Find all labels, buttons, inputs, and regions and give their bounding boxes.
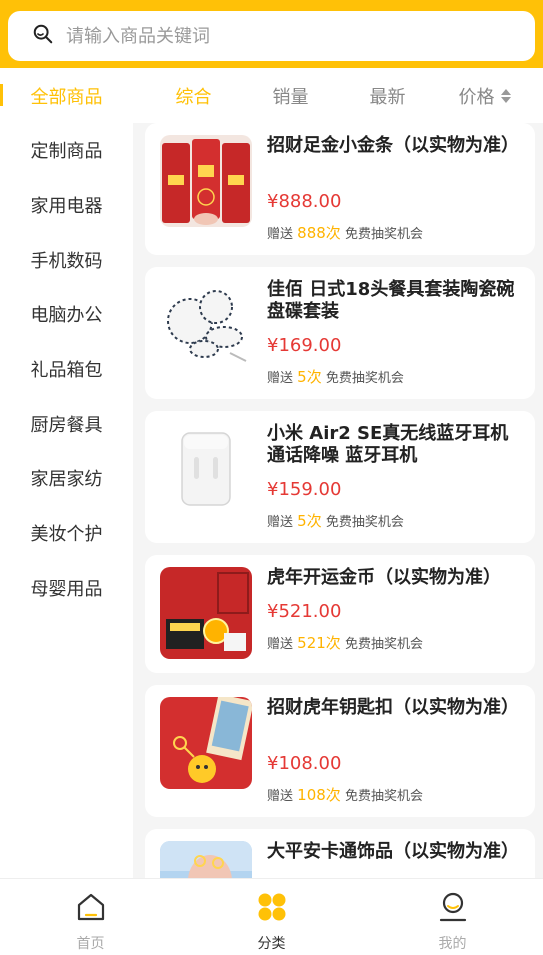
product-card[interactable]: 招财足金小金条（以实物为准） ¥888.00 赠送 888次 免费抽奖机会 [145, 123, 535, 255]
sidebar-item-office[interactable]: 电脑办公 [0, 287, 133, 342]
search-bar[interactable] [8, 11, 535, 61]
sidebar-item-kitchen[interactable]: 厨房餐具 [0, 396, 133, 451]
gift-prefix: 赠送 [267, 227, 294, 242]
gift-suffix: 免费抽奖机会 [344, 227, 423, 242]
home-icon [75, 891, 107, 933]
category-icon [256, 891, 288, 933]
product-image [160, 279, 252, 371]
gift-count: 108次 [297, 786, 341, 804]
product-image [160, 423, 252, 515]
sort-tab-newest[interactable]: 最新 [339, 83, 436, 109]
sort-tab-label: 最新 [369, 86, 406, 108]
nav-profile-label: 我的 [438, 936, 467, 952]
product-card[interactable]: 大平安卡通饰品（以实物为准） [145, 829, 535, 878]
search-input[interactable] [66, 25, 486, 47]
header [0, 0, 543, 68]
all-categories-tab[interactable]: 全部商品 [0, 68, 133, 123]
product-card[interactable]: 招财虎年钥匙扣（以实物为准） ¥108.00 赠送 108次 免费抽奖机会 [145, 685, 535, 817]
sidebar-item-gifts-bags[interactable]: 礼品箱包 [0, 342, 133, 397]
lottery-gift-info: 赠送 108次 免费抽奖机会 [267, 784, 423, 805]
sort-tab-label: 销量 [272, 86, 309, 108]
gift-prefix: 赠送 [267, 371, 294, 386]
sidebar-item-baby[interactable]: 母婴用品 [0, 561, 133, 616]
gift-suffix: 免费抽奖机会 [325, 371, 404, 386]
gift-count: 5次 [297, 368, 322, 386]
lottery-gift-info: 赠送 521次 免费抽奖机会 [267, 632, 423, 653]
category-sidebar: 定制商品 家用电器 手机数码 电脑办公 礼品箱包 厨房餐具 家居家纺 美妆个护 … [0, 123, 133, 878]
gift-prefix: 赠送 [267, 637, 294, 652]
sort-tab-sales[interactable]: 销量 [242, 83, 339, 109]
nav-category[interactable]: 分类 [181, 879, 362, 955]
product-price: ¥888.00 [267, 191, 342, 212]
gift-count: 888次 [297, 224, 341, 242]
product-image [160, 135, 252, 227]
sort-tab-comprehensive[interactable]: 综合 [145, 83, 242, 109]
nav-home-label: 首页 [76, 936, 105, 952]
product-name: 虎年开运金币（以实物为准） [267, 567, 501, 588]
sidebar-item-custom[interactable]: 定制商品 [0, 123, 133, 178]
nav-category-label: 分类 [257, 936, 286, 952]
product-card[interactable]: 虎年开运金币（以实物为准） ¥521.00 赠送 521次 免费抽奖机会 [145, 555, 535, 673]
product-card[interactable]: 佳佰 日式18头餐具套装陶瓷碗盘碟套装 ¥169.00 赠送 5次 免费抽奖机会 [145, 267, 535, 399]
sidebar-item-home-textile[interactable]: 家居家纺 [0, 451, 133, 506]
gift-prefix: 赠送 [267, 789, 294, 804]
gift-suffix: 免费抽奖机会 [325, 515, 404, 530]
lottery-gift-info: 赠送 888次 免费抽奖机会 [267, 222, 423, 243]
gift-suffix: 免费抽奖机会 [344, 637, 423, 652]
sidebar-item-beauty[interactable]: 美妆个护 [0, 506, 133, 561]
gift-count: 5次 [297, 512, 322, 530]
filter-bar: 全部商品 综合 销量 最新 价格 [0, 68, 543, 123]
sidebar-item-digital[interactable]: 手机数码 [0, 232, 133, 287]
product-image [160, 567, 252, 659]
profile-icon [437, 891, 469, 933]
sort-tab-price[interactable]: 价格 [436, 83, 533, 109]
gift-suffix: 免费抽奖机会 [344, 789, 423, 804]
product-price: ¥108.00 [267, 753, 342, 774]
nav-profile[interactable]: 我的 [362, 879, 543, 955]
gift-count: 521次 [297, 634, 341, 652]
lottery-gift-info: 赠送 5次 免费抽奖机会 [267, 366, 404, 387]
product-price: ¥159.00 [267, 479, 342, 500]
sort-tab-label: 价格 [458, 86, 495, 108]
product-image [160, 697, 252, 789]
search-icon [32, 23, 54, 49]
sort-arrows-icon [500, 88, 511, 103]
product-price: ¥521.00 [267, 601, 342, 622]
product-name: 招财足金小金条（以实物为准） [267, 135, 519, 156]
gift-prefix: 赠送 [267, 515, 294, 530]
sidebar-item-appliances[interactable]: 家用电器 [0, 178, 133, 233]
product-image [160, 841, 252, 878]
product-card[interactable]: 小米 Air2 SE真无线蓝牙耳机 通话降噪 蓝牙耳机 ¥159.00 赠送 5… [145, 411, 535, 543]
product-name: 小米 Air2 SE真无线蓝牙耳机 通话降噪 蓝牙耳机 [267, 423, 509, 466]
sort-tab-label: 综合 [175, 86, 212, 108]
sort-tabs: 综合 销量 最新 价格 [145, 68, 535, 123]
product-list: 招财足金小金条（以实物为准） ¥888.00 赠送 888次 免费抽奖机会 佳佰… [145, 123, 535, 878]
product-name: 大平安卡通饰品（以实物为准） [267, 841, 519, 862]
product-name: 招财虎年钥匙扣（以实物为准） [267, 697, 519, 718]
nav-home[interactable]: 首页 [0, 879, 181, 955]
product-name: 佳佰 日式18头餐具套装陶瓷碗盘碟套装 [267, 279, 515, 322]
product-price: ¥169.00 [267, 335, 342, 356]
bottom-nav: 首页 分类 我的 [0, 878, 543, 955]
lottery-gift-info: 赠送 5次 免费抽奖机会 [267, 510, 404, 531]
